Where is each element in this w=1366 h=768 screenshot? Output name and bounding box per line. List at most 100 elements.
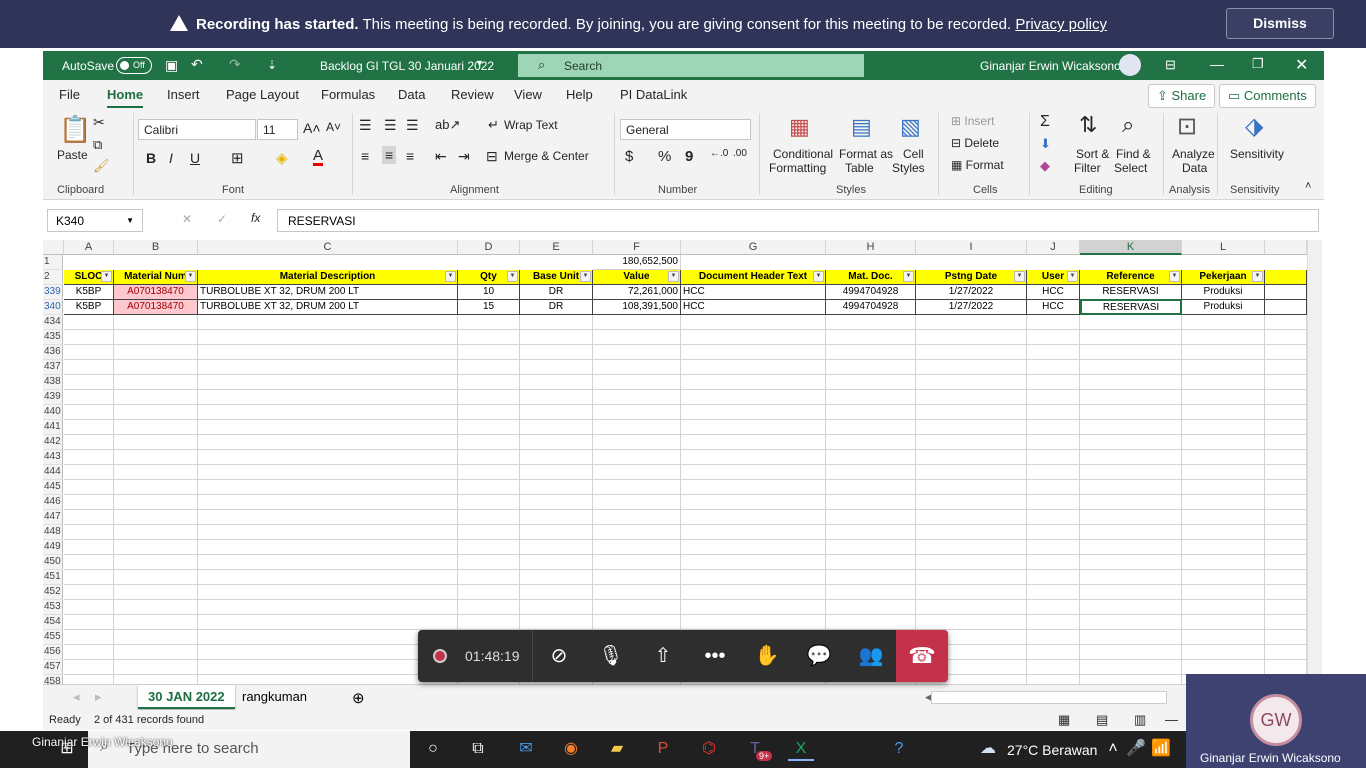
- restore-icon[interactable]: ❐: [1252, 56, 1264, 72]
- sensitivity-button[interactable]: Sensitivity: [1230, 147, 1284, 161]
- table-cell[interactable]: HCC: [1027, 285, 1080, 300]
- empty-cell[interactable]: [681, 525, 826, 540]
- empty-cell[interactable]: [1265, 525, 1307, 540]
- active-cell[interactable]: RESERVASI: [1080, 299, 1182, 315]
- empty-cell[interactable]: [1265, 630, 1307, 645]
- microphone-icon[interactable]: 🎙: [597, 642, 625, 670]
- merge-icon[interactable]: ⊟: [486, 148, 498, 165]
- align-left-icon[interactable]: ≡: [361, 148, 369, 164]
- empty-cell[interactable]: [1080, 540, 1182, 555]
- empty-cell[interactable]: [826, 345, 916, 360]
- column-header-k[interactable]: K: [1080, 240, 1182, 255]
- formula-input[interactable]: RESERVASI: [277, 209, 1319, 232]
- empty-cell[interactable]: [1027, 480, 1080, 495]
- empty-cell[interactable]: [593, 600, 681, 615]
- empty-cell[interactable]: [1027, 495, 1080, 510]
- empty-cell[interactable]: [64, 405, 114, 420]
- cell-label[interactable]: Cell: [903, 147, 924, 161]
- empty-cell[interactable]: [826, 600, 916, 615]
- tab-help[interactable]: Help: [566, 87, 593, 102]
- empty-cell[interactable]: [916, 570, 1027, 585]
- empty-cell[interactable]: [1182, 615, 1265, 630]
- header-cell-value[interactable]: Value ▼: [593, 270, 681, 285]
- align-right-icon[interactable]: ≡: [406, 148, 414, 164]
- row-header[interactable]: 442: [43, 435, 63, 450]
- chat-icon[interactable]: 💬: [805, 642, 833, 670]
- empty-cell[interactable]: [114, 615, 198, 630]
- filter-dropdown-icon[interactable]: ▼: [507, 271, 518, 282]
- empty-cell[interactable]: [458, 345, 520, 360]
- empty-cell[interactable]: [1182, 480, 1265, 495]
- empty-cell[interactable]: [114, 375, 198, 390]
- font-size-select[interactable]: 11: [257, 119, 298, 140]
- empty-cell[interactable]: [198, 585, 458, 600]
- empty-cell[interactable]: [198, 465, 458, 480]
- row-header[interactable]: 439: [43, 390, 63, 405]
- confirm-entry-icon[interactable]: ✓: [217, 212, 227, 226]
- increase-decimal-icon[interactable]: ←.0: [710, 148, 728, 159]
- format-painter-icon[interactable]: 🖌: [93, 158, 110, 174]
- empty-cell[interactable]: [593, 555, 681, 570]
- empty-cell[interactable]: [520, 420, 593, 435]
- empty-cell[interactable]: [1265, 555, 1307, 570]
- empty-cell[interactable]: [681, 465, 826, 480]
- empty-cell[interactable]: [681, 435, 826, 450]
- table-cell[interactable]: 1/27/2022: [916, 285, 1027, 300]
- empty-cell[interactable]: [1080, 585, 1182, 600]
- empty-cell[interactable]: [826, 615, 916, 630]
- empty-cell[interactable]: [1182, 405, 1265, 420]
- empty-cell[interactable]: [681, 555, 826, 570]
- cortana-icon[interactable]: ○: [420, 737, 446, 761]
- collapse-ribbon-icon[interactable]: ˄: [1305, 180, 1311, 192]
- empty-cell[interactable]: [1027, 435, 1080, 450]
- empty-cell[interactable]: [1027, 345, 1080, 360]
- format-as-label[interactable]: Format as: [839, 147, 893, 161]
- empty-cell[interactable]: [64, 330, 114, 345]
- empty-cell[interactable]: [593, 360, 681, 375]
- empty-cell[interactable]: [916, 510, 1027, 525]
- worksheet-grid[interactable]: A B C D E F G H I J K L 1 180,652,500 2 …: [43, 240, 1307, 685]
- empty-cell[interactable]: [681, 510, 826, 525]
- sort-filter-icon[interactable]: ⇅: [1079, 112, 1097, 138]
- percent-icon[interactable]: %: [658, 148, 671, 165]
- empty-cell[interactable]: [593, 495, 681, 510]
- empty-cell[interactable]: [1027, 315, 1080, 330]
- empty-cell[interactable]: [681, 420, 826, 435]
- column-header-a[interactable]: A: [64, 240, 114, 255]
- empty-cell[interactable]: [826, 375, 916, 390]
- underline-icon[interactable]: U: [190, 150, 200, 166]
- network-icon[interactable]: 📶: [1148, 737, 1174, 761]
- empty-cell[interactable]: [1080, 435, 1182, 450]
- empty-cell[interactable]: [593, 405, 681, 420]
- filter-dropdown-icon[interactable]: ▼: [101, 271, 112, 282]
- empty-cell[interactable]: [1182, 585, 1265, 600]
- table-label[interactable]: Table: [845, 161, 874, 175]
- empty-cell[interactable]: [593, 315, 681, 330]
- select-all-corner[interactable]: [43, 240, 64, 255]
- empty-cell[interactable]: [826, 360, 916, 375]
- empty-cell[interactable]: [64, 390, 114, 405]
- empty-cell[interactable]: [1182, 525, 1265, 540]
- font-color-icon[interactable]: A: [313, 148, 324, 166]
- empty-cell[interactable]: [198, 315, 458, 330]
- redo-icon[interactable]: ↷: [229, 56, 241, 73]
- empty-cell[interactable]: [458, 465, 520, 480]
- close-icon[interactable]: ✕: [1295, 55, 1308, 75]
- empty-cell[interactable]: [826, 315, 916, 330]
- tab-review[interactable]: Review: [451, 87, 494, 102]
- row-header[interactable]: 447: [43, 510, 63, 525]
- clear-icon[interactable]: ◆: [1040, 158, 1050, 174]
- tab-view[interactable]: View: [514, 87, 542, 102]
- table-cell[interactable]: 10: [458, 285, 520, 300]
- conditional-label[interactable]: Conditional: [773, 147, 833, 161]
- participants-icon[interactable]: 👥: [857, 642, 885, 670]
- empty-cell[interactable]: [64, 420, 114, 435]
- empty-cell[interactable]: [1027, 510, 1080, 525]
- analyze-data-label[interactable]: Data: [1182, 161, 1207, 175]
- empty-cell[interactable]: [681, 495, 826, 510]
- empty-cell[interactable]: [826, 585, 916, 600]
- empty-cell[interactable]: [1027, 585, 1080, 600]
- empty-cell[interactable]: [1265, 465, 1307, 480]
- select-label[interactable]: Select: [1114, 161, 1147, 175]
- row-header[interactable]: 446: [43, 495, 63, 510]
